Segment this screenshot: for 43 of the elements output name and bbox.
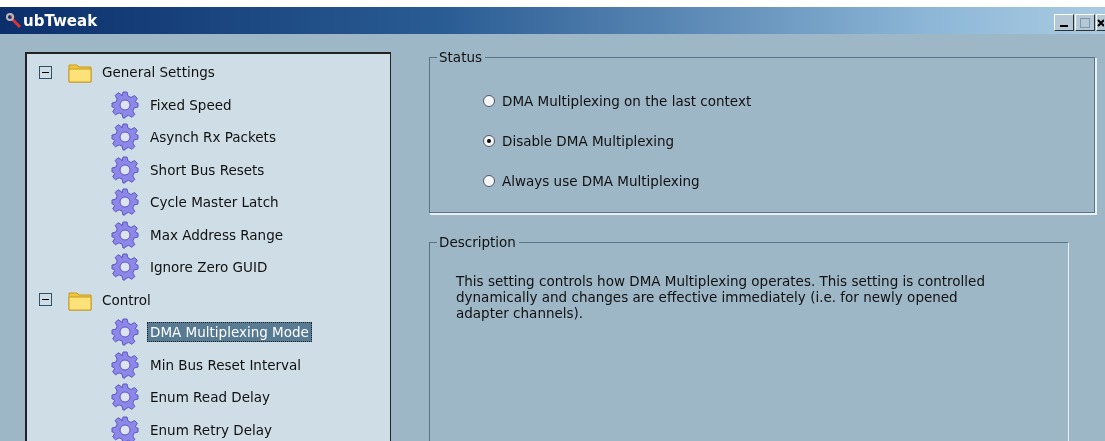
gear-icon bbox=[111, 155, 139, 184]
tree-item[interactable]: DMA Multiplexing Mode bbox=[147, 322, 312, 343]
radio-button[interactable] bbox=[483, 95, 495, 107]
window-title: ubTweak bbox=[23, 11, 98, 30]
radio-button[interactable] bbox=[483, 175, 495, 187]
tree-item[interactable]: Enum Read Delay bbox=[147, 387, 273, 408]
close-icon bbox=[1097, 18, 1104, 27]
tree-folder-label[interactable]: Control bbox=[102, 291, 151, 308]
collapse-toggle[interactable] bbox=[39, 293, 52, 307]
minimize-button[interactable] bbox=[1054, 14, 1074, 31]
tree-item[interactable]: Asynch Rx Packets bbox=[147, 127, 279, 148]
minus-icon bbox=[42, 299, 49, 301]
gear-icon bbox=[111, 350, 139, 379]
tree-item[interactable]: Short Bus Resets bbox=[147, 159, 268, 180]
close-button[interactable] bbox=[1096, 14, 1105, 31]
tree-item[interactable]: Cycle Master Latch bbox=[147, 192, 282, 213]
radio-label[interactable]: Disable DMA Multiplexing bbox=[502, 133, 675, 149]
folder-icon bbox=[68, 61, 92, 84]
group-title: Status bbox=[437, 49, 486, 65]
maximize-button[interactable] bbox=[1075, 14, 1095, 31]
gear-icon bbox=[111, 318, 139, 347]
tree-item[interactable]: Max Address Range bbox=[147, 224, 287, 245]
description-text: This setting controls how DMA Multiplexing operates. This setting is controlled dynamically and changes are effective immediately (i.e. for newly opened adapter channels). bbox=[456, 273, 986, 322]
tree-item[interactable]: Fixed Speed bbox=[147, 94, 235, 115]
gear-icon bbox=[111, 220, 139, 249]
radio-label[interactable]: DMA Multiplexing on the last context bbox=[502, 93, 752, 109]
minimize-icon bbox=[1060, 24, 1068, 27]
gear-icon bbox=[111, 90, 139, 119]
tree-item[interactable]: Min Bus Reset Interval bbox=[147, 354, 305, 375]
tree-folder-label[interactable]: General Settings bbox=[102, 64, 215, 81]
gear-icon bbox=[111, 415, 139, 441]
minus-icon bbox=[42, 71, 49, 73]
gear-icon bbox=[111, 383, 139, 412]
tree-item[interactable]: Ignore Zero GUID bbox=[147, 257, 271, 278]
radio-button[interactable] bbox=[483, 135, 495, 147]
gear-icon bbox=[111, 188, 139, 217]
tree-item[interactable]: Enum Retry Delay bbox=[147, 419, 275, 440]
radio-label[interactable]: Always use DMA Multiplexing bbox=[502, 173, 700, 189]
gear-icon bbox=[111, 253, 139, 282]
group-title: Description bbox=[437, 234, 519, 251]
maximize-icon bbox=[1080, 17, 1090, 28]
gear-icon bbox=[111, 123, 139, 152]
collapse-toggle[interactable] bbox=[39, 65, 52, 79]
